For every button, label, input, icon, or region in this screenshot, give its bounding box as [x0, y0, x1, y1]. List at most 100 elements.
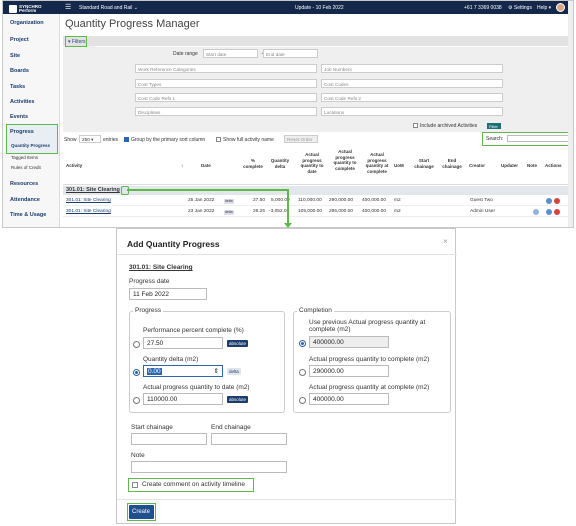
col-uom[interactable]: UoM [394, 163, 404, 169]
cost-code-refs-1-select[interactable]: Cost Code Refs 1 [135, 93, 317, 102]
create-button[interactable]: Create [129, 505, 154, 519]
sidebar-item-tagged-items[interactable]: Tagged Items [3, 155, 60, 160]
col-date[interactable]: Date [201, 163, 211, 169]
col-actions[interactable]: Actions [545, 163, 562, 169]
page-title: Quantity Progress Manager [65, 18, 200, 30]
col-creator[interactable]: Creator [469, 163, 485, 169]
end-date-input[interactable]: End date [263, 49, 318, 58]
col-updater[interactable]: Updater [501, 163, 518, 169]
row-to-date: 110,000.00 [298, 198, 322, 203]
row-to-date: 105,000.00 [298, 209, 323, 214]
cost-codes-select[interactable]: Cost Codes [321, 79, 503, 88]
col-quantity-delta[interactable]: Quantity delta [267, 158, 293, 169]
perf-percent-label: Performance percent complete (%) [143, 327, 244, 334]
search-input[interactable] [507, 135, 571, 142]
settings-link[interactable]: ⚙ Settings [508, 5, 532, 11]
note-input[interactable] [131, 461, 287, 473]
quantity-delta-radio[interactable] [133, 369, 140, 376]
progress-date-input[interactable]: 11 Feb 2022 [129, 288, 207, 300]
dialog-footer-divider [117, 499, 457, 500]
perf-percent-radio[interactable] [133, 341, 140, 348]
sidebar-item-time-usage[interactable]: Time & Usage [3, 212, 60, 218]
sidebar-item-site[interactable]: Site [3, 53, 60, 59]
create-comment-label: Create comment on activity timeline [142, 481, 245, 488]
sidebar-item-activities[interactable]: Activities [3, 99, 60, 105]
sidebar: Organization Project Site Boards Tasks A… [3, 1, 60, 227]
sidebar-item-events[interactable]: Events [3, 114, 60, 120]
actual-to-date-radio[interactable] [133, 397, 140, 404]
table-row: 301.01: Site Clearing 23 Jan 2022 delta … [63, 207, 573, 217]
scrollbar[interactable] [568, 1, 573, 227]
col-actual-to-date[interactable]: Actual progress quantity to date [297, 152, 327, 174]
show-full-name-checkbox[interactable] [216, 137, 221, 142]
locations-select[interactable]: Locations [321, 107, 503, 116]
sidebar-item-rules-of-credit[interactable]: Rules of Credit [3, 165, 60, 170]
quantity-delta-input[interactable]: 0.00 ⇕ [143, 365, 223, 377]
job-numbers-select[interactable]: Job Numbers [321, 64, 503, 73]
delete-icon[interactable] [554, 209, 560, 215]
at-complete-radio[interactable] [299, 397, 306, 404]
end-chainage-input[interactable] [211, 433, 287, 445]
filter-button[interactable]: Filter [487, 123, 501, 129]
cost-code-refs-2-select[interactable]: Cost Code Refs 2 [321, 93, 503, 102]
sidebar-item-resources[interactable]: Resources [3, 181, 60, 187]
col-actual-at-complete[interactable]: Actual progress quantity at complete [361, 152, 393, 174]
comment-icon[interactable] [533, 209, 539, 215]
hamburger-icon[interactable]: ☰ [65, 4, 71, 11]
group-title[interactable]: 301.01: Site Clearing [66, 187, 120, 193]
end-chainage-label: End chainage [211, 424, 251, 431]
progress-date-label: Progress date [129, 278, 170, 285]
close-icon[interactable]: × [443, 237, 448, 246]
col-actual-to-complete[interactable]: Actual progress quantity to complete [329, 149, 361, 171]
help-menu[interactable]: Help ▾ [537, 5, 551, 11]
reset-order-button[interactable]: Reset Order [284, 135, 318, 143]
sidebar-item-project[interactable]: Project [3, 37, 60, 43]
edit-icon[interactable] [546, 209, 552, 215]
entries-select[interactable]: 250 ▾ [79, 135, 101, 143]
col-note[interactable]: Note [527, 163, 537, 169]
col-end-chainage[interactable]: End chainage [440, 158, 464, 169]
edit-icon[interactable] [546, 198, 552, 204]
entries-label: entries [103, 137, 119, 143]
group-by-checkbox[interactable] [124, 137, 129, 142]
row-activity-link[interactable]: 301.01: Site Clearing [66, 198, 111, 203]
add-quantity-progress-dialog: Add Quantity Progress × 301.01: Site Cle… [116, 228, 457, 524]
start-chainage-input[interactable] [131, 433, 207, 445]
sidebar-item-boards[interactable]: Boards [3, 68, 60, 74]
filters-toggle[interactable]: ▾ Filters [65, 36, 87, 47]
actual-to-date-input[interactable]: 110000.00 [143, 393, 223, 405]
to-complete-input[interactable]: 290000.00 [309, 365, 389, 377]
table-row: 301.01: Site Clearing 25 Jan 2022 delta … [63, 196, 573, 206]
row-creator: Guest Two [470, 198, 493, 203]
col-start-chainage[interactable]: Start chainage [412, 158, 436, 169]
sidebar-item-organization[interactable]: Organization [3, 20, 60, 26]
cost-types-select[interactable]: Cost Types [135, 79, 317, 88]
col-activity[interactable]: Activity [66, 163, 82, 169]
sidebar-item-tasks[interactable]: Tasks [3, 84, 60, 90]
filters-panel: Date range Start date → End date Work Re… [63, 47, 573, 132]
include-archived-checkbox[interactable] [413, 123, 418, 128]
use-previous-radio[interactable] [299, 340, 306, 347]
delta-badge: delta [227, 368, 241, 375]
row-activity-link[interactable]: 301.01: Site Clearing [66, 209, 111, 214]
sidebar-item-progress[interactable]: Progress [3, 129, 60, 135]
absolute-badge: absolute [227, 396, 249, 403]
sidebar-item-quantity-progress[interactable]: Quantity Progress [3, 143, 60, 148]
at-complete-input[interactable]: 400000.00 [309, 393, 389, 405]
sidebar-item-attendance[interactable]: Attendance [3, 197, 60, 203]
project-selector[interactable]: Standard Road and Rail ⌄ [79, 5, 138, 11]
row-pct: 27.50 [253, 198, 266, 203]
delete-icon[interactable] [554, 198, 560, 204]
date-range-label: Date range [173, 51, 198, 57]
synchro-logo: SYNCHRO Perform [9, 3, 42, 15]
work-reference-categories-select[interactable]: Work Reference Categories [135, 64, 317, 73]
to-complete-label: Actual progress quantity to complete (m2… [309, 356, 430, 363]
perf-percent-input[interactable]: 27.50 [143, 337, 223, 349]
to-complete-radio[interactable] [299, 369, 306, 376]
start-date-input[interactable]: Start date [203, 49, 258, 58]
add-progress-highlight[interactable] [121, 186, 129, 195]
avatar[interactable] [556, 3, 565, 12]
create-comment-checkbox[interactable] [132, 482, 138, 488]
disciplines-select[interactable]: Disciplines [135, 107, 317, 116]
col-percent-complete[interactable]: % complete [241, 158, 265, 169]
